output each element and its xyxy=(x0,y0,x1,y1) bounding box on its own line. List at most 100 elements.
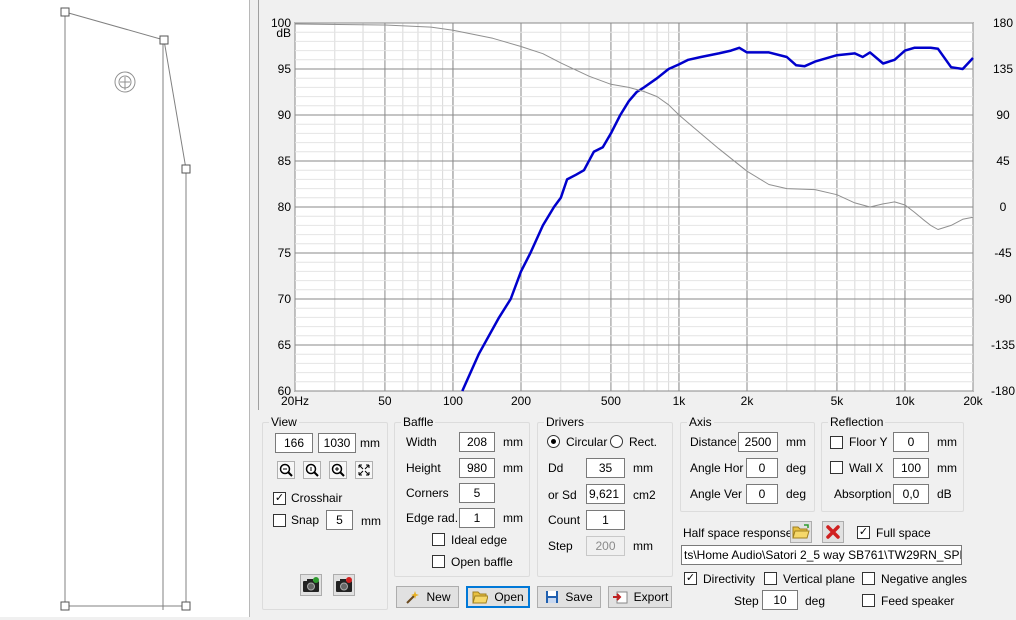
export-button[interactable]: Export xyxy=(608,586,672,608)
dd-unit: mm xyxy=(633,461,653,475)
wall-checkbox[interactable] xyxy=(830,461,843,474)
rect-radio[interactable] xyxy=(610,435,623,448)
view-width-input[interactable]: 166 xyxy=(275,433,313,453)
half-space-label: Half space response xyxy=(683,526,793,540)
y2-tick-label: 0 xyxy=(1000,200,1007,214)
baffle-edge-input[interactable]: 1 xyxy=(459,508,495,528)
vertex-handle[interactable] xyxy=(60,601,70,611)
axis-group-title: Axis xyxy=(687,415,714,429)
zoom-fit-icon[interactable] xyxy=(303,461,321,479)
x-tick-label: 2k xyxy=(741,394,755,408)
count-input[interactable]: 1 xyxy=(586,510,625,530)
y2-tick-label: -45 xyxy=(994,246,1012,260)
vertex-handle[interactable] xyxy=(181,164,191,174)
open-folder-icon[interactable] xyxy=(790,521,812,543)
baffle-drawing-canvas[interactable] xyxy=(0,0,250,617)
circular-radio[interactable] xyxy=(547,435,560,448)
floor-input[interactable]: 0 xyxy=(893,432,929,452)
y2-tick-label: -135 xyxy=(991,338,1015,352)
floppy-disk-icon xyxy=(546,591,559,603)
frequency-response-chart[interactable]: 20Hz 50 100 200 500 1k 2k 5k 10k 20k 100 95 90 85 80 75… xyxy=(258,0,1016,410)
directivity-step-input[interactable]: 10 xyxy=(762,590,798,610)
feed-speaker-label: Feed speaker xyxy=(881,594,955,608)
reflection-group-title: Reflection xyxy=(828,415,886,429)
distance-input[interactable]: 2500 xyxy=(738,432,778,452)
driver-step-unit: mm xyxy=(633,539,653,553)
directivity-step-unit: deg xyxy=(805,594,826,608)
distance-label: Distance xyxy=(690,435,737,449)
save-button-label: Save xyxy=(565,590,593,604)
feed-speaker-checkbox[interactable] xyxy=(862,594,875,607)
snap-input[interactable]: 5 xyxy=(326,510,353,530)
baffle-height-label: Height xyxy=(406,461,441,475)
angle-ver-unit: deg xyxy=(786,487,807,501)
angle-hor-input[interactable]: 0 xyxy=(746,458,778,478)
x-tick-label: 10k xyxy=(895,394,915,408)
y2-tick-label: 45 xyxy=(996,154,1010,168)
y2-tick-label: 135 xyxy=(993,62,1013,76)
snap-checkbox[interactable] xyxy=(273,514,286,527)
driver-step-label: Step xyxy=(548,539,573,553)
wall-input[interactable]: 100 xyxy=(893,458,929,478)
magic-wand-icon xyxy=(406,591,420,604)
snap-unit-label: mm xyxy=(361,514,381,528)
wall-label: Wall X xyxy=(849,461,884,475)
full-space-checkbox[interactable]: ✓ xyxy=(857,526,870,539)
dd-label: Dd xyxy=(548,461,564,475)
y-tick-label: 95 xyxy=(278,62,292,76)
save-button[interactable]: Save xyxy=(537,586,601,608)
clear-x-icon[interactable] xyxy=(822,521,844,543)
drivers-group-title: Drivers xyxy=(544,415,586,429)
absorption-label: Absorption xyxy=(834,487,892,501)
x-tick-label: 5k xyxy=(831,394,845,408)
vertex-handle[interactable] xyxy=(60,7,70,17)
baffle-corners-label: Corners xyxy=(406,486,449,500)
export-arrow-icon xyxy=(612,591,628,604)
baffle-height-input[interactable]: 980 xyxy=(459,458,495,478)
snapshot-add-camera-icon[interactable] xyxy=(300,574,322,596)
y-tick-label: 85 xyxy=(278,154,292,168)
zoom-in-icon[interactable] xyxy=(329,461,347,479)
ideal-edge-checkbox[interactable] xyxy=(432,533,445,546)
open-button-label: Open xyxy=(494,590,524,604)
directivity-checkbox[interactable]: ✓ xyxy=(684,572,697,585)
vertex-handle[interactable] xyxy=(181,601,191,611)
dd-input[interactable]: 35 xyxy=(586,458,625,478)
y2-tick-label: 90 xyxy=(996,108,1010,122)
crosshair-checkbox[interactable]: ✓ xyxy=(273,492,286,505)
y-tick-label: 60 xyxy=(278,384,292,398)
angle-ver-input[interactable]: 0 xyxy=(746,484,778,504)
floor-checkbox[interactable] xyxy=(830,436,843,449)
open-baffle-label: Open baffle xyxy=(451,555,513,569)
x-tick-label: 20k xyxy=(963,394,983,408)
fit-to-window-icon[interactable] xyxy=(355,461,373,479)
circular-label: Circular xyxy=(566,435,608,449)
view-group-title: View xyxy=(269,415,299,429)
sd-input[interactable]: 9,621 xyxy=(586,484,625,504)
absorption-input[interactable]: 0,0 xyxy=(893,484,929,504)
full-space-label: Full space xyxy=(876,526,931,540)
baffle-outline-drawing xyxy=(60,7,191,611)
view-height-input[interactable]: 1030 xyxy=(318,433,356,453)
open-button[interactable]: Open xyxy=(466,586,530,608)
panel-splitter[interactable] xyxy=(250,0,258,617)
driver-marker-icon[interactable] xyxy=(114,71,136,93)
vertical-plane-checkbox[interactable] xyxy=(764,572,777,585)
baffle-corners-input[interactable]: 5 xyxy=(459,483,495,503)
half-space-file-path-input[interactable]: ts\Home Audio\Satori 2_5 way SB761\TW29R… xyxy=(681,545,962,565)
snap-label: Snap xyxy=(291,513,320,527)
open-baffle-checkbox[interactable] xyxy=(432,555,445,568)
x-tick-label: 50 xyxy=(378,394,392,408)
ideal-edge-label: Ideal edge xyxy=(451,533,508,547)
zoom-out-icon[interactable] xyxy=(277,461,295,479)
y-tick-label: 90 xyxy=(278,108,292,122)
floor-label: Floor Y xyxy=(849,435,888,449)
sd-unit: cm2 xyxy=(633,488,656,502)
baffle-width-input[interactable]: 208 xyxy=(459,432,495,452)
new-button[interactable]: New xyxy=(396,586,459,608)
negative-angles-checkbox[interactable] xyxy=(862,572,875,585)
distance-unit: mm xyxy=(786,435,806,449)
vertex-handle[interactable] xyxy=(159,35,169,45)
y-tick-label: 75 xyxy=(278,246,292,260)
snapshot-remove-camera-icon[interactable] xyxy=(333,574,355,596)
